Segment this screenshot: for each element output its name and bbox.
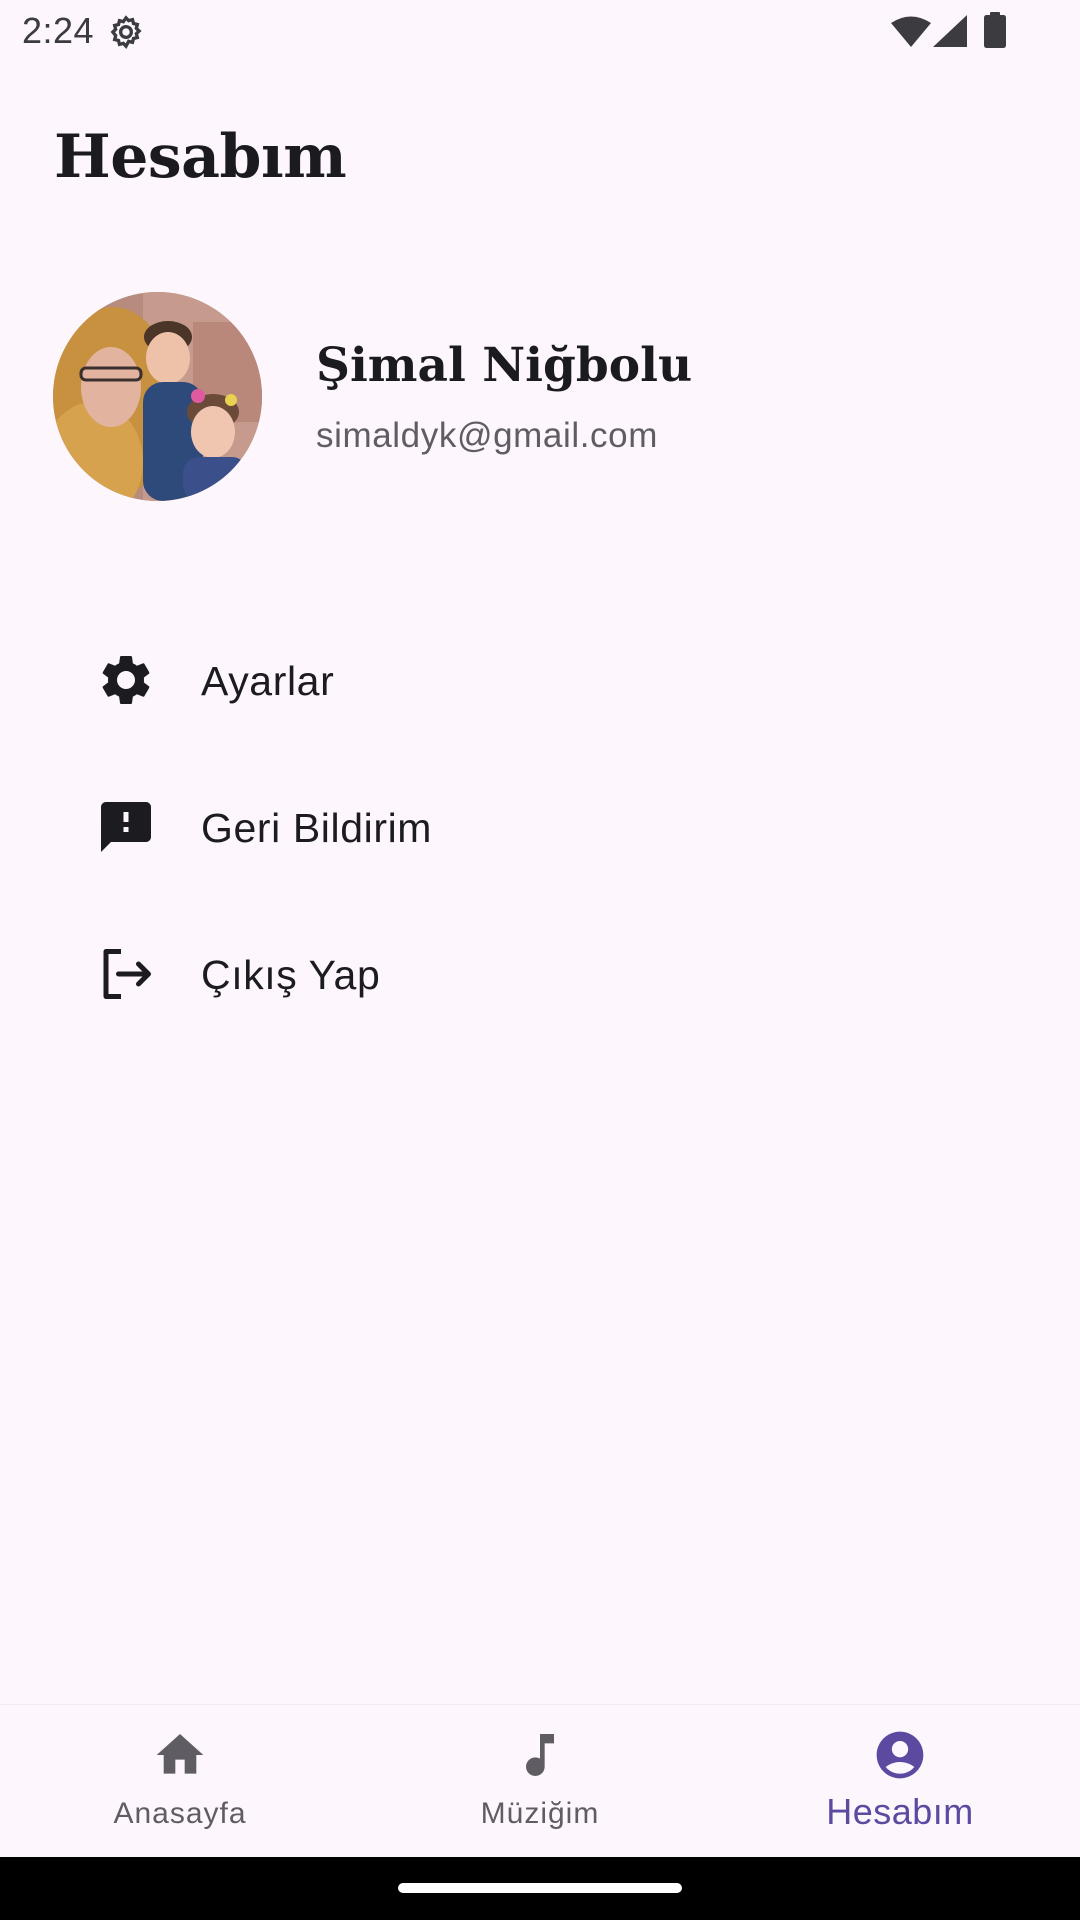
wifi-icon [891,16,931,47]
bottom-navigation: Anasayfa Müziğim Hesabım [0,1704,1080,1857]
home-icon [156,1734,204,1774]
music-note-icon [526,1734,554,1776]
page-title: Hesabım [54,122,347,192]
profile-photo [53,292,262,501]
battery-icon [984,12,1006,48]
avatar[interactable] [53,292,262,501]
feedback-icon [101,802,151,852]
logout-icon [103,949,151,999]
nav-label-my-music: Müziğim [480,1797,600,1830]
menu-label-feedback: Geri Bildirim [201,805,433,851]
account-circle-icon [876,1731,924,1779]
menu-item-settings[interactable]: Ayarlar [0,618,1080,738]
menu-label-logout: Çıkış Yap [201,952,381,998]
cell-signal-icon [933,15,967,47]
status-bar: 2:24 [0,0,1080,64]
nav-label-account: Hesabım [826,1791,974,1832]
settings-icon [102,655,150,704]
settings-gear-icon [110,15,142,49]
nav-label-home: Anasayfa [113,1797,247,1830]
status-time: 2:24 [22,10,95,51]
user-name: Şimal Niğbolu [316,338,693,393]
menu-item-logout[interactable]: Çıkış Yap [0,912,1080,1032]
system-gesture-area [0,1857,1080,1920]
home-gesture-handle[interactable] [398,1883,682,1893]
account-screen: 2:24 Hesabım Şimal Niğbolu simaldyk@gmai… [0,0,1080,1920]
nav-item-home[interactable]: Anasayfa [0,1705,360,1858]
nav-item-my-music[interactable]: Müziğim [360,1705,720,1858]
user-email: simaldyk@gmail.com [316,416,658,455]
menu-item-feedback[interactable]: Geri Bildirim [0,765,1080,885]
menu-label-settings: Ayarlar [201,658,335,704]
nav-item-account[interactable]: Hesabım [720,1705,1080,1858]
